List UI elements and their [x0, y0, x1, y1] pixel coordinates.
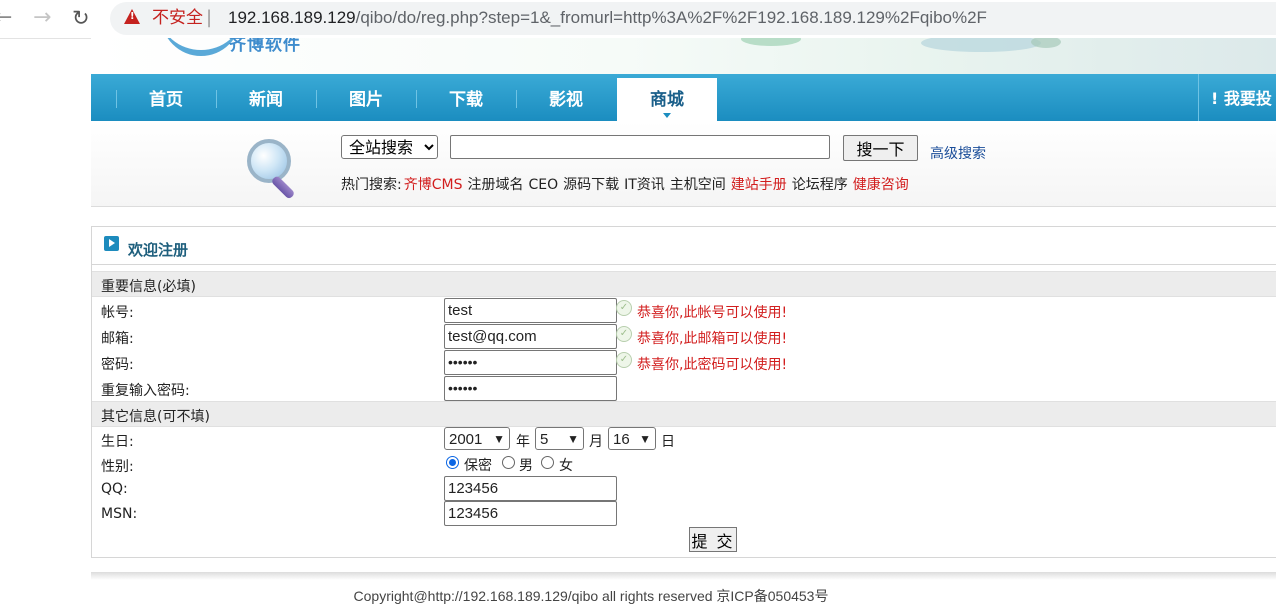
- site-banner: 齐博软件: [91, 38, 1276, 74]
- msn-label: MSN:: [101, 506, 138, 522]
- repeat-password-field[interactable]: ••••••: [444, 376, 617, 401]
- account-label: 帐号:: [101, 305, 134, 321]
- footer-divider: [91, 572, 1276, 580]
- reload-icon[interactable]: ↻: [72, 6, 90, 30]
- email-label: 邮箱:: [101, 331, 134, 347]
- hot-search-list: 热门搜索: 齐博CMS 注册域名 CEO 源码下载 IT资讯 主机空间 建站手册 论坛程序 健康咨…: [341, 174, 914, 194]
- nav-item-download[interactable]: 下载: [416, 74, 516, 121]
- account-field[interactable]: test: [444, 298, 617, 323]
- password-ok-message: 恭喜你,此密码可以使用!: [637, 357, 788, 373]
- magnifier-handle-icon: [270, 175, 296, 200]
- hot-search-item[interactable]: 建站手册: [731, 177, 787, 193]
- check-circle-icon: ✓: [616, 300, 632, 316]
- hot-search-item[interactable]: 主机空间: [670, 177, 726, 193]
- gender-label: 性别:: [101, 459, 134, 475]
- email-field[interactable]: test@qq.com: [444, 324, 617, 349]
- gender-radio-female[interactable]: [541, 456, 554, 469]
- hot-search-item[interactable]: 源码下载: [563, 177, 619, 193]
- arrow-left-icon[interactable]: ←: [0, 6, 12, 30]
- nav-item-home[interactable]: 首页: [116, 74, 216, 121]
- birth-year-value: 2001: [449, 431, 483, 448]
- search-scope-select[interactable]: 全站搜索: [341, 135, 438, 159]
- birth-year-select[interactable]: 2001 ▼: [444, 427, 510, 450]
- hot-search-item[interactable]: 注册域名: [467, 177, 523, 193]
- hot-search-item[interactable]: 齐博CMS: [404, 177, 463, 193]
- browser-toolbar: ← → ↻ ! 不安全 | 192.168.189.129/qibo/do/re…: [0, 0, 1276, 39]
- nav-item-shop[interactable]: 商城: [617, 78, 717, 121]
- month-unit: 月: [589, 434, 603, 450]
- address-bar[interactable]: ! 不安全 | 192.168.189.129/qibo/do/reg.php?…: [110, 2, 1276, 35]
- birth-day-select[interactable]: 16 ▼: [608, 427, 656, 450]
- caret-down-icon: [663, 113, 671, 118]
- panel-header: 欢迎注册: [92, 227, 1276, 265]
- banner-decoration: [1031, 38, 1061, 48]
- password-field[interactable]: ••••••: [444, 350, 617, 375]
- msn-field[interactable]: 123456: [444, 501, 617, 526]
- required-section-title: 重要信息(必填): [101, 279, 196, 295]
- nav-item-video[interactable]: 影视: [516, 74, 616, 121]
- gender-option-label: 保密: [464, 458, 492, 474]
- birth-day-value: 16: [613, 431, 630, 448]
- email-ok-message: 恭喜你,此邮箱可以使用!: [637, 331, 788, 347]
- nav-item-shop-label: 商城: [650, 90, 684, 110]
- gender-option-label: 女: [559, 458, 573, 474]
- qq-field[interactable]: 123456: [444, 476, 617, 501]
- arrow-right-icon[interactable]: →: [33, 6, 51, 30]
- optional-section-title: 其它信息(可不填): [101, 409, 210, 425]
- search-area: 全站搜索 搜一下 高级搜索 热门搜索: 齐博CMS 注册域名 CEO 源码下载 IT资讯主…: [91, 121, 1276, 207]
- hot-search-item[interactable]: CEO: [528, 177, 558, 193]
- hot-search-item[interactable]: IT资讯: [624, 177, 665, 193]
- site-logo-text[interactable]: 齐博软件: [229, 38, 301, 55]
- warning-triangle-icon[interactable]: !: [124, 9, 140, 24]
- advanced-search-link[interactable]: 高级搜索: [930, 143, 986, 163]
- url-text[interactable]: 192.168.189.129/qibo/do/reg.php?step=1&_…: [228, 8, 987, 28]
- submit-button[interactable]: 提 交: [689, 527, 737, 552]
- check-circle-icon: ✓: [616, 352, 632, 368]
- search-input[interactable]: [450, 135, 830, 159]
- nav-item-news[interactable]: 新闻: [216, 74, 316, 121]
- security-label[interactable]: 不安全: [152, 8, 203, 28]
- year-unit: 年: [516, 434, 530, 450]
- copyright-text: Copyright@http://192.168.189.129/qibo al…: [353, 588, 829, 604]
- gender-radio-male[interactable]: [502, 456, 515, 469]
- chevron-down-icon: ▼: [639, 432, 651, 446]
- gender-radio-secret[interactable]: [446, 456, 459, 469]
- repeat-password-label: 重复输入密码:: [101, 383, 190, 399]
- birth-month-value: 5: [540, 431, 549, 448]
- register-panel: 欢迎注册 重要信息(必填) 帐号: test ✓ 恭喜你,此帐号可以使用! 邮箱…: [91, 226, 1276, 558]
- panel-title: 欢迎注册: [128, 241, 189, 259]
- nav-item-photos[interactable]: 图片: [316, 74, 416, 121]
- birth-month-select[interactable]: 5 ▼: [535, 427, 584, 450]
- qq-label: QQ:: [101, 481, 128, 497]
- url-path: /qibo/do/reg.php?step=1&_fromurl=http%3A…: [355, 8, 987, 27]
- chevron-down-icon: ▼: [567, 432, 579, 446]
- gender-option-label: 男: [519, 458, 533, 474]
- hot-search-label: 热门搜索:: [341, 177, 402, 193]
- required-section-header: 重要信息(必填): [92, 271, 1276, 297]
- address-separator: |: [206, 7, 213, 28]
- nav-item-post[interactable]: ! 我要投: [1198, 74, 1276, 121]
- magnifier-icon: [247, 139, 291, 183]
- password-label: 密码:: [101, 357, 134, 373]
- hot-search-item[interactable]: 健康咨询: [853, 177, 909, 193]
- check-circle-icon: ✓: [616, 326, 632, 342]
- chevron-down-icon: ▼: [493, 432, 505, 446]
- day-unit: 日: [661, 434, 675, 450]
- banner-decoration: [921, 38, 1041, 52]
- main-nav: 首页 新闻 图片 下载 影视 商城 ! 我要投: [91, 74, 1276, 121]
- account-ok-message: 恭喜你,此帐号可以使用!: [637, 305, 788, 321]
- hot-search-item[interactable]: 论坛程序: [792, 177, 848, 193]
- banner-decoration: [741, 38, 801, 46]
- optional-section-header: 其它信息(可不填): [92, 401, 1276, 427]
- url-host: 192.168.189.129: [228, 8, 356, 27]
- birthday-label: 生日:: [101, 434, 134, 450]
- play-arrow-icon: [104, 236, 119, 251]
- search-button[interactable]: 搜一下: [843, 135, 918, 161]
